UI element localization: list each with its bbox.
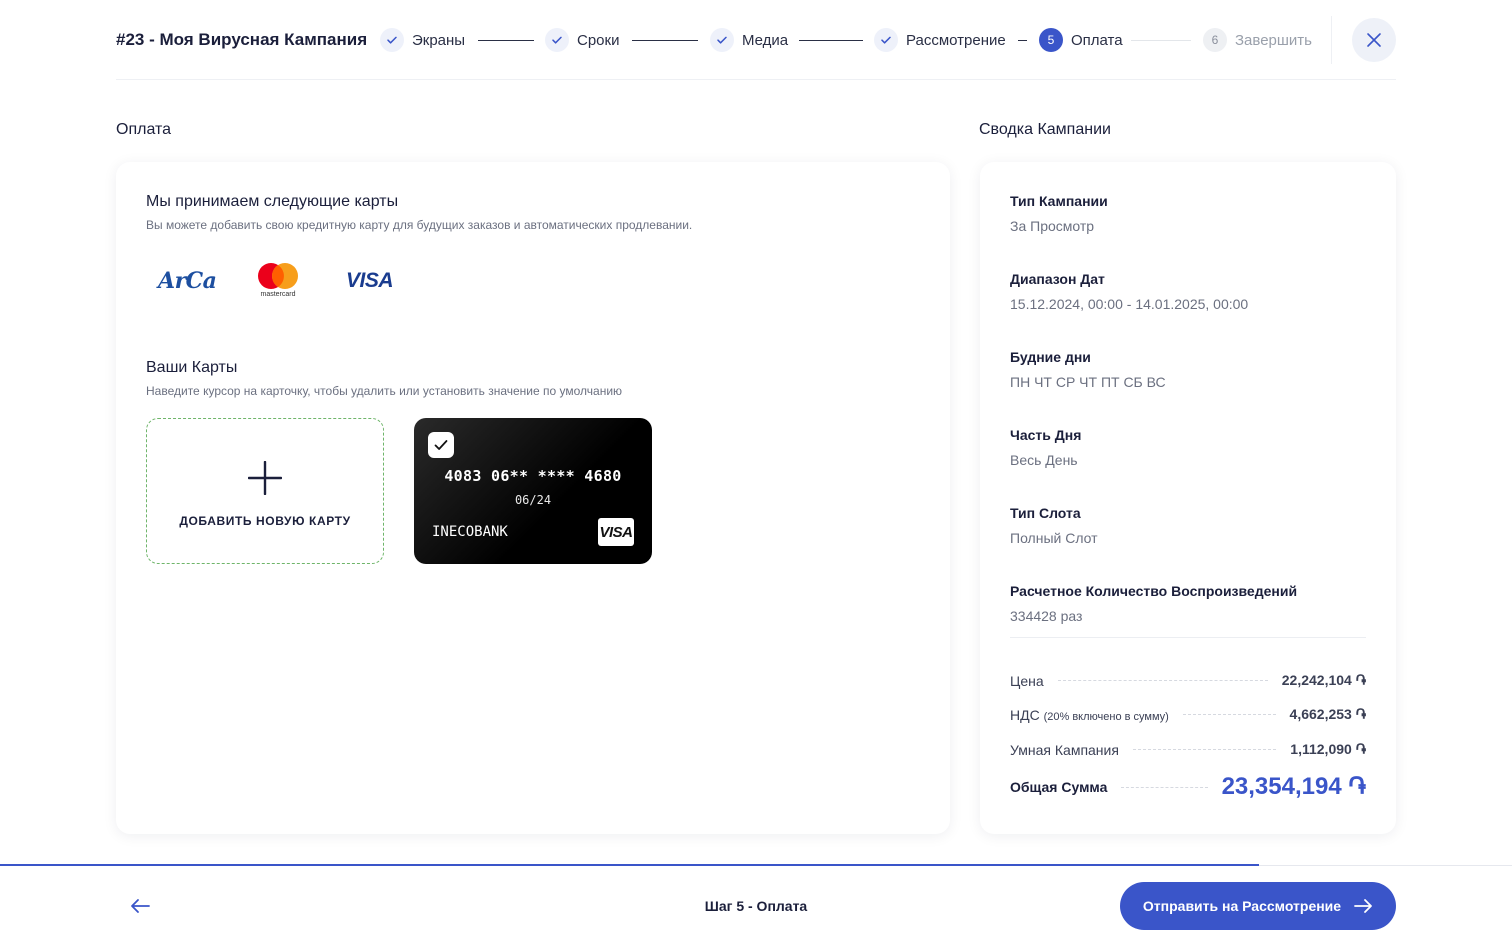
step-finish[interactable]: 6 Завершить [1203, 28, 1312, 52]
summary-section-title: Сводка Кампании [979, 121, 1111, 138]
check-icon [710, 28, 734, 52]
summary-label: Расчетное Количество Воспроизведений [1010, 583, 1298, 599]
summary-divider [1010, 637, 1366, 638]
summary-value: Полный Слот [1010, 530, 1098, 546]
card-bank-name: INECOBANK [432, 524, 508, 540]
step-connector [799, 40, 863, 41]
card-brand-logo: VISA [598, 518, 634, 546]
summary-item: Тип Кампании За Просмотр [1010, 193, 1108, 234]
header: #23 - Моя Вирусная Кампания Экраны Сроки… [116, 0, 1396, 80]
price-row: Цена 22,242,104 ֏ [1010, 672, 1366, 689]
add-card-button[interactable]: ДОБАВИТЬ НОВУЮ КАРТУ [146, 418, 384, 564]
your-cards-title: Ваши Карты [146, 359, 238, 376]
price-value: 22,242,104 ֏ [1281, 672, 1366, 688]
submit-for-review-button[interactable]: Отправить на Рассмотрение [1120, 882, 1396, 930]
arca-logo: ArCa [158, 268, 217, 294]
vat-label: НДС [1010, 706, 1040, 723]
step-label: Завершить [1235, 31, 1312, 49]
summary-value: За Просмотр [1010, 218, 1095, 234]
summary-value: Весь День [1010, 452, 1078, 468]
summary-item: Расчетное Количество Воспроизведений 334… [1010, 583, 1297, 624]
progress-bar [0, 864, 1260, 866]
price-label: Цена [1010, 672, 1044, 689]
check-icon [874, 28, 898, 52]
payment-panel: Мы принимаем следующие карты Вы можете д… [116, 162, 950, 834]
smart-campaign-value: 1,112,090 ֏ [1290, 741, 1366, 757]
card-selected-checkbox[interactable] [428, 432, 454, 458]
plus-icon [248, 461, 282, 495]
close-button[interactable] [1352, 18, 1396, 62]
vat-row: НДС (20% включено в сумму) 4,662,253 ֏ [1010, 706, 1366, 723]
vat-value: 4,662,253 ֏ [1289, 706, 1366, 722]
mastercard-logo: mastercard [258, 263, 298, 298]
arrow-right-icon [1354, 899, 1372, 913]
add-card-label: ДОБАВИТЬ НОВУЮ КАРТУ [179, 514, 351, 528]
accepted-cards-title: Мы принимаем следующие карты [146, 193, 399, 210]
card-number: 4083 06** **** 4680 [444, 467, 622, 485]
step-label: Оплата [1071, 31, 1123, 49]
step-connector [632, 40, 698, 41]
mastercard-wordmark: mastercard [260, 291, 295, 298]
step-label: Медиа [742, 31, 789, 49]
card-expiry: 06/24 [514, 493, 552, 507]
check-icon [380, 28, 404, 52]
step-number-badge: 5 [1039, 28, 1063, 52]
summary-value: 15.12.2024, 00:00 - 14.01.2025, 00:00 [1010, 296, 1249, 312]
summary-panel: Тип Кампании За Просмотр Диапазон Дат 15… [980, 162, 1396, 834]
summary-label: Тип Кампании [1010, 193, 1108, 209]
leader-line [1182, 714, 1276, 715]
step-media[interactable]: Медиа [710, 28, 788, 52]
accepted-cards-subtitle: Вы можете добавить свою кредитную карту … [146, 218, 693, 232]
summary-item: Будние дни ПН ЧТ СР ЧТ ПТ СБ ВС [1010, 349, 1166, 390]
summary-item: Диапазон Дат 15.12.2024, 00:00 - 14.01.2… [1010, 271, 1248, 312]
total-value: 23,354,194 ֏ [1221, 773, 1366, 800]
campaign-title: #23 - Моя Вирусная Кампания [116, 30, 368, 49]
step-label: Рассмотрение [906, 31, 1006, 49]
smart-campaign-row: Умная Кампания 1,112,090 ֏ [1010, 741, 1366, 758]
saved-card[interactable]: 4083 06** **** 4680 06/24 INECOBANK VISA [414, 418, 652, 564]
step-dates[interactable]: Сроки [545, 28, 619, 52]
step-payment[interactable]: 5 Оплата [1039, 28, 1123, 52]
payment-section-title: Оплата [116, 121, 172, 138]
summary-label: Часть Дня [1010, 427, 1082, 443]
smart-campaign-label: Умная Кампания [1010, 741, 1119, 758]
step-label: Сроки [577, 31, 620, 49]
total-label: Общая Сумма [1010, 779, 1108, 795]
step-connector [1131, 40, 1191, 41]
leader-line [1121, 786, 1208, 788]
your-cards-subtitle: Наведите курсор на карточку, чтобы удали… [146, 384, 623, 398]
leader-line [1057, 680, 1268, 681]
header-divider [1331, 16, 1332, 64]
check-icon [434, 440, 448, 450]
check-icon [545, 28, 569, 52]
vat-label-group: НДС (20% включено в сумму) [1010, 707, 1169, 723]
step-label: Экраны [412, 31, 466, 49]
summary-value: 334428 раз [1010, 608, 1083, 624]
step-connector [1018, 40, 1027, 41]
summary-item: Часть Дня Весь День [1010, 427, 1081, 468]
summary-item: Тип Слота Полный Слот [1010, 505, 1098, 546]
step-connector [478, 40, 534, 41]
summary-label: Тип Слота [1010, 505, 1081, 521]
vat-note: (20% включено в сумму) [1043, 710, 1169, 723]
visa-logo: VISA [346, 269, 394, 292]
leader-line [1132, 749, 1277, 750]
total-row: Общая Сумма 23,354,194 ֏ [1010, 773, 1366, 801]
summary-label: Будние дни [1010, 349, 1091, 365]
summary-label: Диапазон Дат [1010, 271, 1105, 287]
submit-label: Отправить на Рассмотрение [1142, 898, 1342, 914]
summary-value: ПН ЧТ СР ЧТ ПТ СБ ВС [1010, 374, 1166, 390]
step-screens[interactable]: Экраны [380, 28, 465, 52]
close-icon [1367, 33, 1381, 47]
step-review[interactable]: Рассмотрение [874, 28, 1006, 52]
step-number-badge: 6 [1203, 28, 1227, 52]
